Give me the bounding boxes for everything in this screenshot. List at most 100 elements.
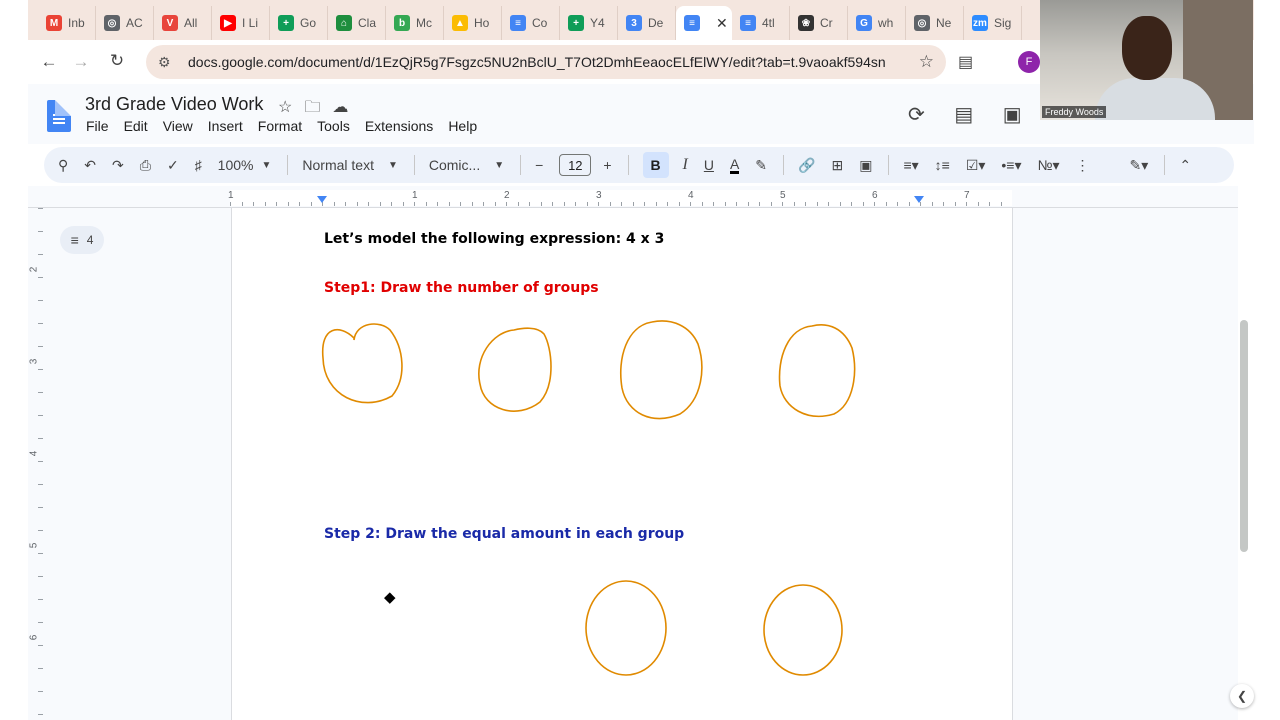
sheets-icon: + <box>568 15 584 31</box>
vruler-tick <box>38 461 43 462</box>
side-panel-toggle-icon[interactable]: ❮ <box>1230 684 1254 708</box>
docs-icon: ≡ <box>740 15 756 31</box>
ruler-tick <box>655 202 657 206</box>
ruler-number: 4 <box>688 190 694 201</box>
collapse-menus-icon[interactable]: ⌃ <box>1179 157 1191 174</box>
ruler-tick <box>954 202 956 206</box>
cloud-status-icon[interactable]: ☁ <box>332 99 360 116</box>
document-title[interactable]: 3rd Grade Video Work <box>85 94 263 115</box>
docs-logo-icon[interactable] <box>47 100 71 132</box>
browser-tab[interactable]: ❀ Cr <box>790 6 848 40</box>
reload-icon[interactable]: ↻ <box>100 51 134 71</box>
bookmark-star-icon[interactable]: ☆ <box>919 52 934 72</box>
chrome-icon: ◎ <box>104 15 120 31</box>
align-icon[interactable]: ≡▾ <box>903 157 918 174</box>
print-icon[interactable]: ⎙ <box>140 157 151 174</box>
back-icon[interactable]: ← <box>32 52 66 72</box>
browser-tab[interactable]: 3 De <box>618 6 676 40</box>
ruler-tick <box>885 202 887 206</box>
menu-edit[interactable]: Edit <box>124 118 148 134</box>
numbered-list-icon[interactable]: №▾ <box>1038 157 1060 174</box>
browser-tab[interactable]: + Go <box>270 6 328 40</box>
font-select[interactable]: Comic... ▼ <box>429 157 504 173</box>
document-page[interactable]: Let’s model the following expression: 4 … <box>231 208 1013 720</box>
more-options-icon[interactable]: ⋮ <box>1076 157 1090 174</box>
add-comment-icon[interactable]: ⊞ <box>831 157 843 174</box>
cast-icon[interactable]: ▤ <box>958 52 973 72</box>
document-outline-button[interactable]: ≡ 4 <box>60 226 104 254</box>
vruler-tick <box>38 415 43 416</box>
forward-icon[interactable]: → <box>64 52 98 72</box>
url-text[interactable]: docs.google.com/document/d/1EzQjR5g7Fsgz… <box>188 54 886 70</box>
browser-tab[interactable]: ≡ Co <box>502 6 560 40</box>
decrease-font-size-button[interactable]: − <box>535 157 543 173</box>
browser-tab[interactable]: ≡ 4tl <box>732 6 790 40</box>
font-size-input[interactable]: 12 <box>559 154 592 176</box>
menu-insert[interactable]: Insert <box>208 118 243 134</box>
presenter-body <box>1095 78 1215 120</box>
insert-link-icon[interactable]: 🔗 <box>798 157 815 174</box>
browser-tab[interactable]: M Inb <box>38 6 96 40</box>
meet-icon[interactable]: ▣ <box>1003 104 1022 126</box>
undo-icon[interactable]: ↶ <box>84 157 96 174</box>
browser-tab[interactable]: ▲ Ho <box>444 6 502 40</box>
comments-icon[interactable]: ▤ <box>954 104 973 126</box>
search-menus-icon[interactable]: ⚲ <box>58 157 68 174</box>
vruler-tick <box>38 714 43 715</box>
sheets-icon: + <box>278 15 294 31</box>
zoom-select[interactable]: 100% ▼ <box>218 157 272 173</box>
browser-tab[interactable]: ◎ Ne <box>906 6 964 40</box>
address-bar[interactable]: ⚙ docs.google.com/document/d/1EzQjR5g7Fs… <box>146 45 946 79</box>
bold-button[interactable]: B <box>642 152 669 178</box>
text-color-button[interactable]: A <box>729 157 740 174</box>
paint-format-icon[interactable]: ♯ <box>195 157 202 173</box>
version-history-icon[interactable]: ⟳ <box>908 104 925 126</box>
right-indent-marker[interactable] <box>914 196 924 203</box>
spellcheck-icon[interactable]: ✓ <box>167 157 179 174</box>
redo-icon[interactable]: ↷ <box>112 157 124 174</box>
increase-font-size-button[interactable]: + <box>603 157 611 173</box>
google-icon: G <box>856 15 872 31</box>
browser-tab[interactable]: ◎ AC <box>96 6 154 40</box>
browser-tab[interactable]: V All <box>154 6 212 40</box>
bulleted-list-icon[interactable]: •≡▾ <box>1001 157 1021 174</box>
menu-view[interactable]: View <box>163 118 193 134</box>
site-info-icon[interactable]: ⚙ <box>158 54 180 71</box>
browser-tab[interactable]: ≡ ✕ <box>676 6 732 40</box>
menu-tools[interactable]: Tools <box>317 118 350 134</box>
vertical-scrollbar[interactable] <box>1240 320 1248 552</box>
menu-extensions[interactable]: Extensions <box>365 118 433 134</box>
checklist-icon[interactable]: ☑▾ <box>966 157 986 174</box>
browser-tab[interactable]: ⌂ Cla <box>328 6 386 40</box>
move-folder-icon[interactable]: 🗀 <box>304 99 332 116</box>
app-icon: V <box>162 15 178 31</box>
ruler-tick <box>517 202 519 206</box>
line-spacing-icon[interactable]: ↕≡ <box>935 157 950 173</box>
browser-tab[interactable]: zm Sig <box>964 6 1022 40</box>
highlight-icon[interactable]: ✎ <box>755 157 767 174</box>
vruler-tick <box>38 346 43 347</box>
italic-button[interactable]: I <box>683 156 688 174</box>
ruler-tick <box>287 202 289 206</box>
profile-avatar[interactable]: F <box>1018 51 1040 73</box>
browser-tab[interactable]: Gwh <box>848 6 906 40</box>
browser-tab[interactable]: b Mc <box>386 6 444 40</box>
tab-label: Mc <box>416 16 432 30</box>
underline-button[interactable]: U <box>704 157 714 173</box>
menu-help[interactable]: Help <box>448 118 477 134</box>
style-select[interactable]: Normal text ▼ <box>302 157 397 173</box>
youtube-icon: ▶ <box>220 15 236 31</box>
menu-format[interactable]: Format <box>258 118 302 134</box>
horizontal-ruler[interactable]: 1 1 2 3 4 5 6 7 <box>228 190 1012 206</box>
left-indent-marker[interactable] <box>317 196 327 203</box>
insert-image-icon[interactable]: ▣ <box>859 157 872 174</box>
browser-tab[interactable]: + Y4 <box>560 6 618 40</box>
close-tab-icon[interactable]: ✕ <box>716 15 728 32</box>
browser-tab[interactable]: ▶ I Li <box>212 6 270 40</box>
vruler-tick <box>38 392 43 393</box>
menu-file[interactable]: File <box>86 118 109 134</box>
vruler-tick <box>38 530 43 531</box>
vruler-tick <box>38 254 43 255</box>
star-icon[interactable]: ☆ <box>278 99 304 116</box>
editing-mode-icon[interactable]: ✎▾ <box>1130 157 1149 174</box>
